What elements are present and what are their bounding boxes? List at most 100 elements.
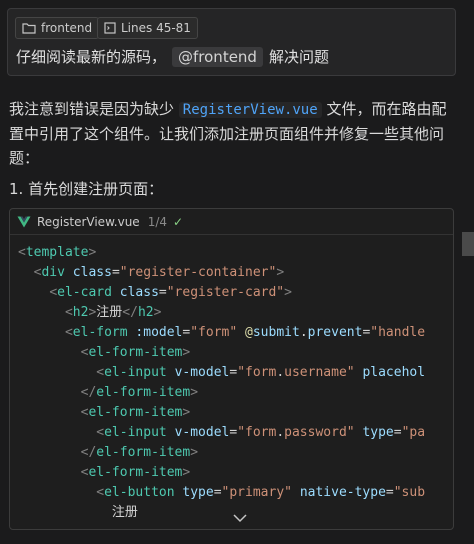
code-token: "form: [237, 365, 277, 380]
code-token: .: [299, 325, 308, 340]
code-token: =: [393, 425, 402, 440]
inline-code-filename: RegisterView.vue: [178, 102, 322, 118]
code-token: el-form-item: [88, 345, 183, 360]
code-token: "pa: [401, 425, 426, 440]
context-chip-frontend[interactable]: frontend: [15, 17, 100, 39]
check-icon: ✓: [173, 214, 184, 229]
code-token: >: [182, 405, 191, 420]
code-token: <: [96, 365, 105, 380]
code-line: <el-button type="primary" native-type="s…: [18, 483, 453, 503]
code-line: <el-form :model="form" @submit.prevent="…: [18, 323, 453, 343]
folder-icon: [22, 23, 36, 34]
code-token: "register-container": [119, 265, 277, 280]
file-code-icon: [104, 22, 116, 34]
code-line: <el-form-item>: [18, 343, 453, 363]
code-token: =: [111, 265, 120, 280]
code-token: >: [153, 305, 162, 320]
code-line: </el-form-item>: [18, 383, 453, 403]
code-token: .: [276, 425, 285, 440]
code-token: class: [72, 265, 112, 280]
chip-label: frontend: [41, 21, 93, 35]
code-token: @: [245, 325, 253, 340]
code-token: >: [182, 345, 191, 360]
code-token: <: [64, 305, 73, 320]
code-block-header[interactable]: RegisterView.vue 1/4 ✓: [10, 209, 453, 235]
code-token: </: [80, 445, 97, 460]
code-token: placehol: [362, 365, 426, 380]
code-token: "form: [237, 425, 277, 440]
scrollbar-thumb[interactable]: [462, 232, 474, 256]
code-token: el-input: [104, 365, 167, 380]
code-token: <: [96, 425, 105, 440]
code-line: <div class="register-container">: [18, 263, 453, 283]
code-token: "register-card": [166, 285, 285, 300]
code-token: type: [182, 485, 214, 500]
code-token: >: [190, 445, 199, 460]
code-token: v-model: [174, 365, 230, 380]
code-token: >: [190, 385, 199, 400]
code-token: >: [276, 265, 285, 280]
user-prompt: 仔细阅读最新的源码， @frontend 解决问题: [16, 46, 329, 67]
code-token: native-type: [299, 485, 386, 500]
code-token: el-card: [57, 285, 112, 300]
code-token: el-form-item: [96, 445, 191, 460]
code-line: <el-input v-model="form.password" type="…: [18, 423, 453, 443]
code-token: el-input: [104, 425, 167, 440]
code-token: <: [49, 285, 58, 300]
code-token: username": [284, 365, 355, 380]
code-token: =: [229, 425, 238, 440]
code-token: =: [213, 485, 222, 500]
code-token: >: [88, 245, 97, 260]
code-token: >: [284, 285, 292, 300]
code-token: .: [276, 365, 285, 380]
code-token: "sub: [393, 485, 426, 500]
code-token: submit: [252, 325, 300, 340]
assistant-response-text: 我注意到错误是因为缺少 RegisterView.vue 文件，而在路由配置中引…: [9, 97, 453, 170]
code-token: "form": [190, 325, 238, 340]
code-line: <el-form-item>: [18, 403, 453, 423]
code-line: <el-form-item>: [18, 463, 453, 483]
mention-frontend[interactable]: @frontend: [172, 46, 263, 67]
code-line: </el-form-item>: [18, 443, 453, 463]
chevron-down-icon[interactable]: [232, 513, 248, 523]
code-token: "handle: [370, 325, 426, 340]
code-filename: RegisterView.vue: [37, 214, 140, 229]
code-line: <h2>注册</h2>: [18, 303, 453, 323]
code-token: </: [122, 305, 138, 320]
code-token: :model: [135, 325, 183, 340]
code-token: class: [119, 285, 159, 300]
context-chip-lines[interactable]: Lines 45-81: [97, 17, 198, 39]
code-token: h2: [72, 305, 89, 320]
user-message: frontend Lines 45-81 仔细阅读最新的源码， @fronten…: [7, 8, 456, 76]
chip-label: Lines 45-81: [121, 21, 191, 35]
code-token: 注册: [18, 505, 138, 520]
code-token: type: [362, 425, 394, 440]
code-token: el-form-item: [88, 405, 183, 420]
code-line: <el-input v-model="form.username" placeh…: [18, 363, 453, 383]
code-token: el-button: [104, 485, 175, 500]
code-token: <: [18, 245, 26, 260]
code-token: h2: [137, 305, 154, 320]
code-token: >: [182, 465, 191, 480]
response-text: 我注意到错误是因为缺少: [9, 100, 175, 118]
prompt-text-after: 解决问题: [268, 48, 329, 66]
code-token: <: [96, 485, 105, 500]
code-token: </: [80, 385, 97, 400]
code-content[interactable]: <template> <div class="register-containe…: [18, 243, 453, 523]
code-token: =: [229, 365, 238, 380]
